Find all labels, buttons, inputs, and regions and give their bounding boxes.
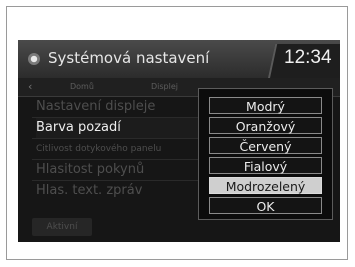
color-picker-popup: Modrý Oranžový Červený Fialový Modrozele… — [198, 88, 333, 220]
option-teal[interactable]: Modrozelený — [209, 177, 322, 194]
option-orange[interactable]: Oranžový — [209, 117, 322, 134]
bottom-button[interactable]: Aktivní — [32, 218, 92, 236]
option-blue[interactable]: Modrý — [209, 97, 322, 114]
settings-icon — [28, 53, 40, 65]
page-title: Systémová nastavení — [48, 49, 210, 67]
display-screen: Systémová nastavení 12:34 ‹ Domů Displej… — [18, 40, 340, 242]
ok-button[interactable]: OK — [209, 197, 322, 214]
clock: 12:34 — [284, 47, 332, 68]
tab-home[interactable]: Domů — [70, 82, 94, 91]
option-red[interactable]: Červený — [209, 137, 322, 154]
tab-display[interactable]: Displej — [151, 82, 178, 91]
option-purple[interactable]: Fialový — [209, 157, 322, 174]
back-arrow-icon[interactable]: ‹ — [28, 80, 32, 93]
title-bar: Systémová nastavení 12:34 — [18, 40, 340, 78]
